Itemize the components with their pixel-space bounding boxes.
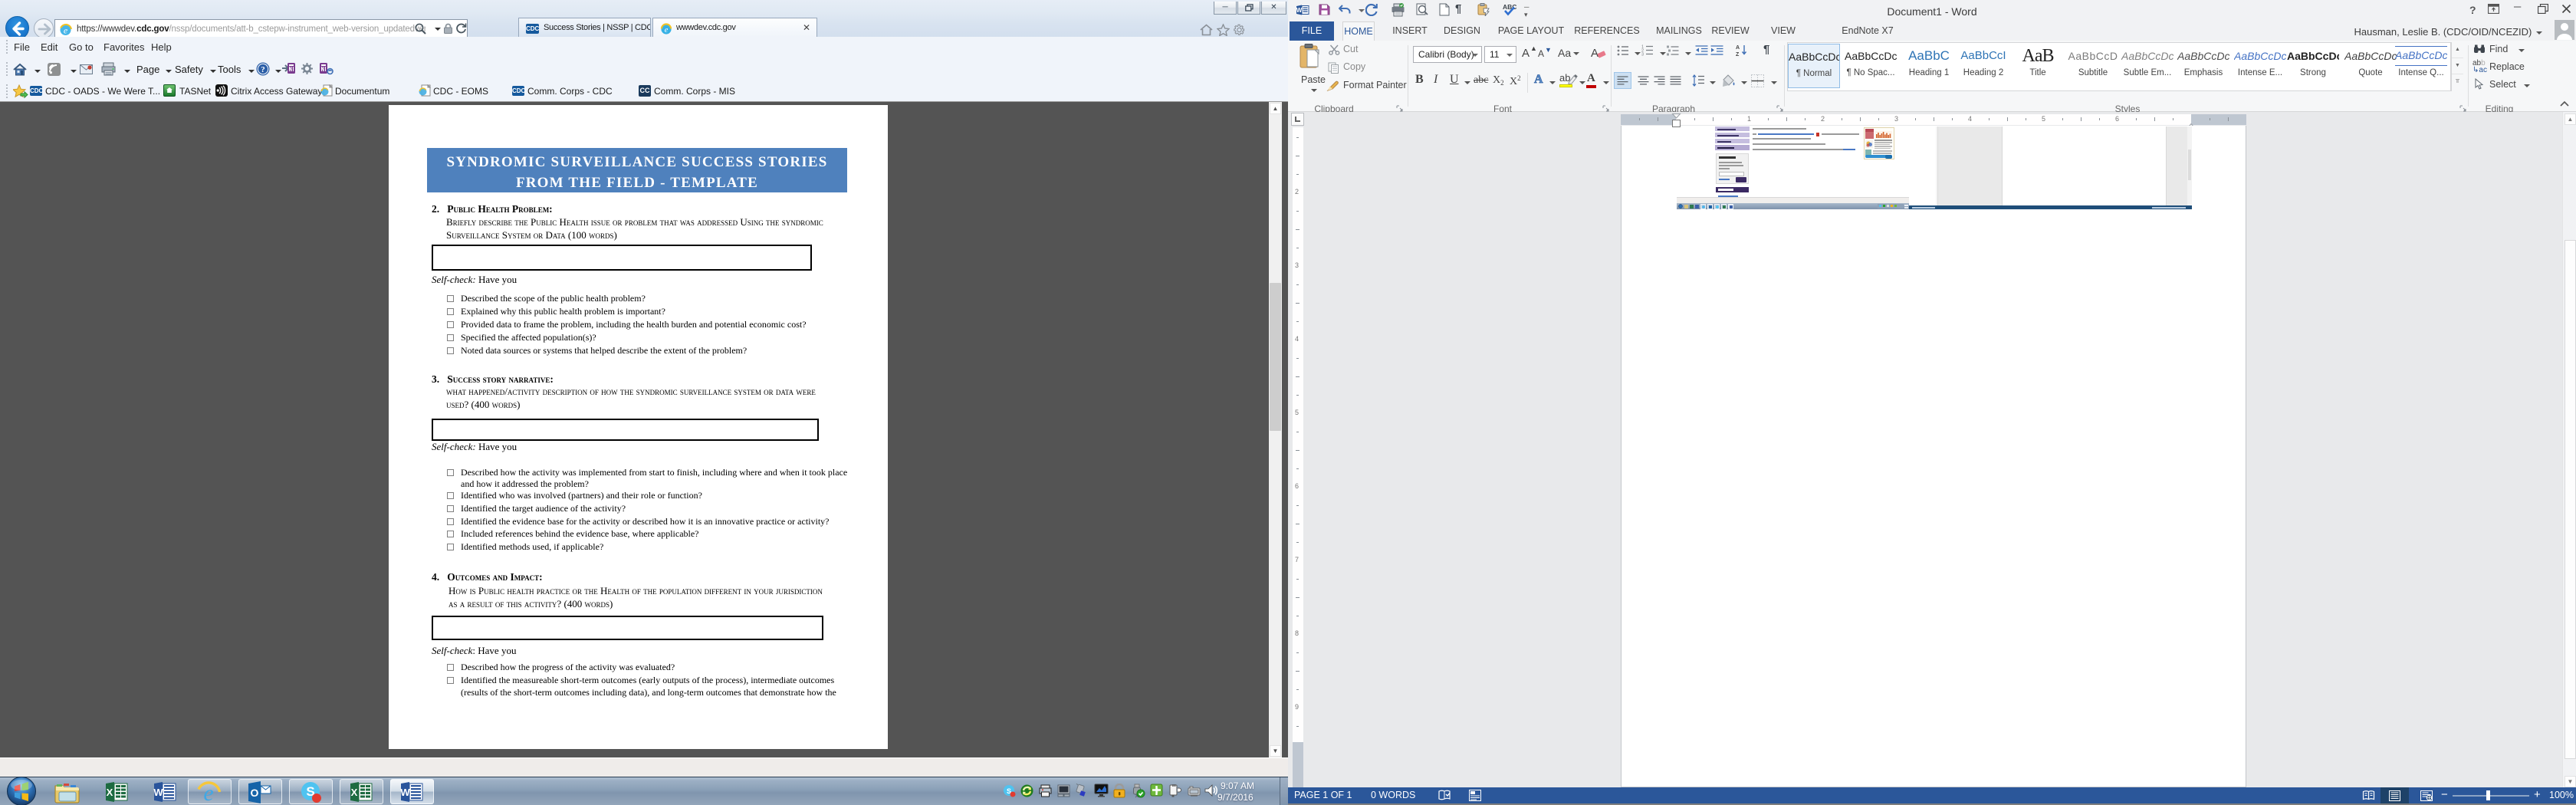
svg-text:W: W [400,787,410,798]
svg-text:X: X [351,787,358,798]
svg-text:e: e [665,26,669,34]
svg-text:3: 3 [1641,53,1644,57]
svg-text:W: W [153,787,163,798]
svg-text:e: e [64,25,68,35]
svg-text:?: ? [261,65,265,74]
svg-text:Z: Z [1736,52,1740,57]
svg-text:W: W [1296,7,1303,14]
svg-text:A: A [1736,45,1740,51]
svg-text:ABC: ABC [1503,3,1516,11]
svg-text:O: O [251,787,259,799]
svg-text:X: X [107,787,113,798]
